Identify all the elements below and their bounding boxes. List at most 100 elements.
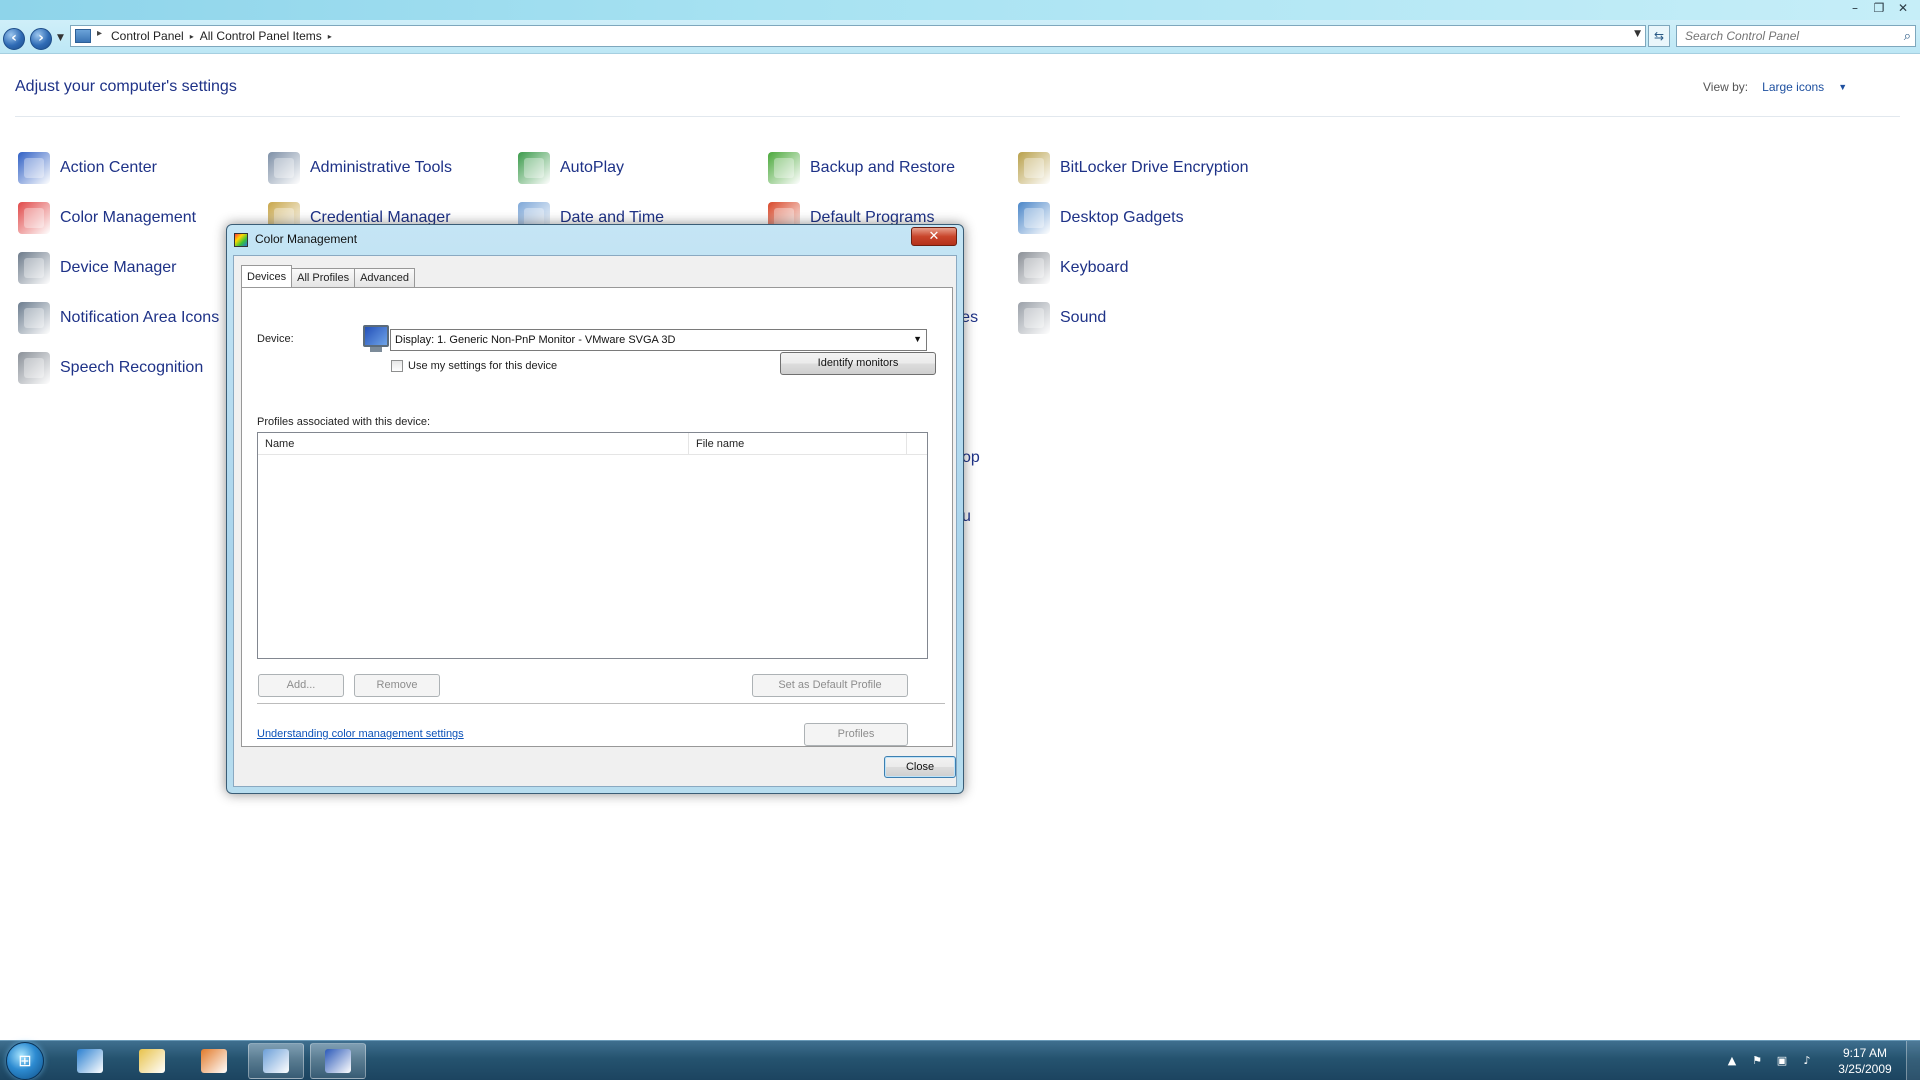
control-panel-item[interactable]: Device Manager — [18, 248, 258, 288]
search-box[interactable]: ⌕ — [1676, 25, 1916, 47]
view-by-control: View by: Large icons ▼ — [1703, 80, 1847, 94]
control-panel-item[interactable]: Sound — [1018, 298, 1258, 338]
hidden-item-fragment: op — [962, 449, 980, 466]
chevron-down-icon[interactable]: ▼ — [1838, 82, 1847, 92]
keyboard-icon — [1018, 252, 1050, 284]
set-default-profile-button[interactable]: Set as Default Profile — [752, 674, 908, 697]
search-icon[interactable]: ⌕ — [1904, 28, 1911, 44]
windows-explorer-icon — [139, 1049, 165, 1073]
address-dropdown-icon[interactable]: ▼ — [1634, 29, 1641, 39]
dialog-close-button[interactable]: ✕ — [911, 227, 957, 246]
control-panel-address-icon — [75, 29, 91, 43]
back-button[interactable]: ‹ — [3, 28, 25, 50]
recent-pages-dropdown[interactable]: ▼ — [57, 33, 64, 43]
clock-time: 9:17 AM — [1842, 1046, 1888, 1060]
breadcrumb: Control Panel ▸ All Control Panel Items … — [111, 29, 332, 43]
control-panel-item[interactable]: Backup and Restore — [768, 148, 1008, 188]
tab-all-profiles[interactable]: All Profiles — [291, 268, 356, 287]
refresh-icon: ⇆ — [1653, 29, 1665, 43]
address-bar[interactable]: ▸ Control Panel ▸ All Control Panel Item… — [70, 25, 1646, 47]
use-my-settings-label[interactable]: Use my settings for this device — [408, 360, 557, 372]
panel-divider — [257, 703, 945, 704]
action-center-flag-icon[interactable]: ⚑ — [1749, 1053, 1765, 1069]
view-by-dropdown[interactable]: Large icons — [1762, 80, 1824, 94]
control-panel-item-label: Keyboard — [1060, 259, 1129, 276]
forward-button[interactable]: › — [30, 28, 52, 50]
address-root-arrow-icon[interactable]: ▸ — [97, 28, 102, 39]
breadcrumb-separator-icon[interactable]: ▸ — [190, 32, 194, 41]
breadcrumb-control-panel[interactable]: Control Panel — [111, 29, 184, 43]
flag-icon — [18, 152, 50, 184]
tab-devices[interactable]: Devices — [241, 265, 293, 287]
control-panel-item-label: AutoPlay — [560, 159, 625, 176]
control-panel-item[interactable]: Action Center — [18, 148, 258, 188]
control-panel-item-label: Speech Recognition — [60, 359, 204, 376]
control-panel-item-label: Notification Area Icons — [60, 309, 220, 326]
minimize-button[interactable]: – — [1844, 0, 1866, 16]
color-management-icon — [234, 233, 248, 247]
taskbar-app-button[interactable] — [186, 1043, 242, 1079]
control-panel-item-label: Desktop Gadgets — [1060, 209, 1184, 226]
windows-logo-icon: ⊞ — [18, 1051, 32, 1070]
control-panel-item-label: Backup and Restore — [810, 159, 955, 176]
column-divider[interactable] — [688, 433, 689, 455]
control-panel-item[interactable]: Speech Recognition — [18, 348, 258, 388]
dialog-body: Devices All Profiles Advanced Device: Di… — [233, 255, 957, 787]
search-input[interactable] — [1677, 26, 1887, 46]
add-profile-button[interactable]: Add... — [258, 674, 344, 697]
volume-icon[interactable]: ♪ — [1799, 1053, 1815, 1069]
control-panel-item[interactable]: Notification Area Icons — [18, 298, 258, 338]
navigation-bar: ‹ › ▼ ▸ Control Panel ▸ All Control Pane… — [0, 20, 1920, 54]
remove-profile-button[interactable]: Remove — [354, 674, 440, 697]
backup-icon — [768, 152, 800, 184]
understanding-color-management-link[interactable]: Understanding color management settings — [257, 728, 464, 740]
gadgets-icon — [1018, 202, 1050, 234]
taskbar-app-button[interactable] — [62, 1043, 118, 1079]
breadcrumb-all-items[interactable]: All Control Panel Items — [200, 29, 322, 43]
control-panel-item-label: Administrative Tools — [310, 159, 452, 176]
show-hidden-icons-icon[interactable]: ▲ — [1724, 1053, 1740, 1069]
identify-monitors-button[interactable]: Identify monitors — [780, 352, 936, 375]
taskbar-app-button[interactable] — [248, 1043, 304, 1079]
device-select-value: Display: 1. Generic Non-PnP Monitor - VM… — [395, 334, 676, 346]
clock[interactable]: 9:17 AM 3/25/2009 — [1824, 1045, 1906, 1077]
close-window-button[interactable]: ✕ — [1892, 0, 1914, 16]
control-panel-item[interactable]: BitLocker Drive Encryption — [1018, 148, 1258, 188]
control-panel-item-label: Action Center — [60, 159, 157, 176]
back-arrow-icon: ‹ — [11, 30, 17, 46]
network-icon[interactable]: ▣ — [1774, 1053, 1790, 1069]
control-panel-item[interactable]: Color Management — [18, 198, 258, 238]
control-panel-item[interactable]: AutoPlay — [518, 148, 758, 188]
autoplay-icon — [518, 152, 550, 184]
chevron-down-icon: ▼ — [913, 334, 922, 344]
device-select[interactable]: Display: 1. Generic Non-PnP Monitor - VM… — [390, 329, 927, 351]
clock-date: 3/25/2009 — [1838, 1062, 1892, 1076]
taskbar-app-button[interactable] — [124, 1043, 180, 1079]
device-label: Device: — [257, 333, 294, 345]
taskbar-app-button[interactable] — [310, 1043, 366, 1079]
close-button[interactable]: Close — [884, 756, 956, 778]
profiles-button[interactable]: Profiles — [804, 723, 908, 746]
column-divider[interactable] — [906, 433, 907, 455]
control-panel-item[interactable]: Administrative Tools — [268, 148, 508, 188]
use-my-settings-checkbox[interactable] — [391, 360, 403, 372]
restore-button[interactable]: ❐ — [1868, 0, 1890, 16]
control-panel-item[interactable]: Keyboard — [1018, 248, 1258, 288]
devices-tab-panel: Device: Display: 1. Generic Non-PnP Moni… — [241, 287, 953, 747]
start-button[interactable]: ⊞ — [6, 1042, 44, 1080]
page-title: Adjust your computer's settings — [15, 78, 237, 95]
breadcrumb-separator-icon[interactable]: ▸ — [328, 32, 332, 41]
window-controls: – ❐ ✕ — [1844, 0, 1914, 16]
close-icon: ✕ — [928, 229, 940, 244]
control-panel-item-label: Device Manager — [60, 259, 177, 276]
column-header-name[interactable]: Name — [265, 438, 294, 450]
microphone-icon — [18, 352, 50, 384]
profiles-list[interactable]: Name File name — [257, 432, 928, 659]
color-management-icon — [18, 202, 50, 234]
refresh-button[interactable]: ⇆ — [1648, 25, 1670, 47]
column-header-file-name[interactable]: File name — [696, 438, 744, 450]
control-panel-item[interactable]: Desktop Gadgets — [1018, 198, 1258, 238]
show-desktop-button[interactable] — [1906, 1041, 1920, 1080]
dialog-titlebar: Color Management ✕ — [227, 225, 963, 255]
tab-advanced[interactable]: Advanced — [354, 268, 416, 287]
